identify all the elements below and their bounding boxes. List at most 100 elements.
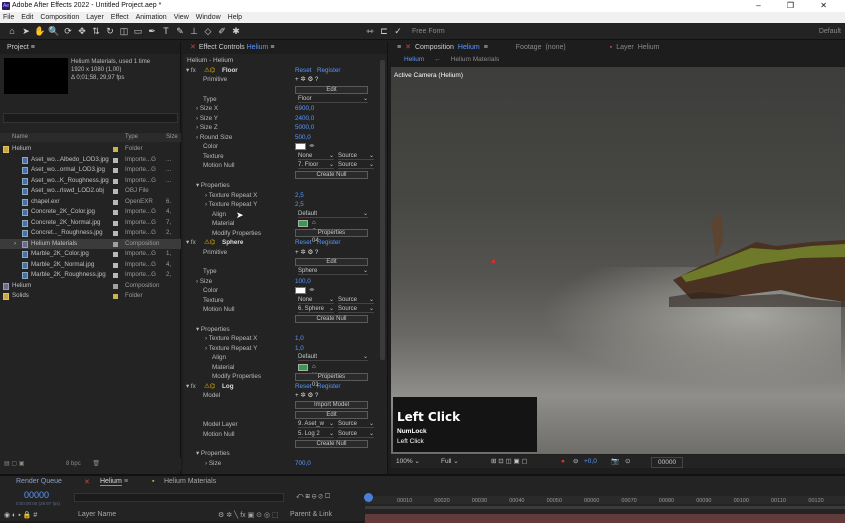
fx-badge[interactable]: ▾ fx (186, 238, 196, 248)
interpret-footage-icon[interactable]: ▤ (4, 461, 10, 467)
label-color-swatch[interactable] (113, 189, 118, 194)
sphere-texture-dropdown[interactable]: None ⌄ (298, 296, 334, 304)
clone-stamp-icon[interactable]: ⊥ (188, 25, 200, 37)
log-motion-source-dropdown[interactable]: Source ⌄ (338, 430, 374, 438)
snap-options-icon[interactable]: ✓ (392, 25, 404, 37)
label-color-swatch[interactable] (113, 157, 118, 163)
project-item[interactable]: Concrete_2K_Color.jpg Importe...G 4, (0, 207, 181, 218)
project-item[interactable]: Aset_wo...K_Roughness.jpg Importe...G... (0, 176, 181, 187)
axis-mode-icon[interactable]: ⇿ (364, 25, 376, 37)
log-import-model-button[interactable]: Import Model (295, 401, 368, 409)
menu-layer[interactable]: Layer (86, 12, 104, 23)
work-area-bar[interactable] (365, 506, 845, 509)
roto-brush-icon[interactable]: ✐ (216, 25, 228, 37)
effect-controls-scrollbar[interactable] (380, 60, 385, 360)
zoom-tool-icon[interactable]: 🔍 (48, 25, 60, 37)
menu-view[interactable]: View (174, 12, 189, 23)
exposure-value[interactable]: +0,0 (584, 455, 597, 468)
color-management-icon[interactable]: ● (561, 455, 565, 468)
new-comp-icon[interactable]: ▣ (19, 461, 25, 467)
floor-type-dropdown[interactable]: Floor ⌄ (298, 95, 368, 103)
sphere-effect-name[interactable]: Sphere (222, 238, 243, 248)
floor-trx-value[interactable]: 2,5 (295, 191, 304, 201)
close-icon[interactable]: ✕ (190, 44, 196, 51)
rotate-tool-icon[interactable]: ↻ (104, 25, 116, 37)
composition-viewer[interactable]: Active Camera (Helium) (391, 67, 845, 454)
floor-round-value[interactable]: 500,0 (295, 133, 311, 143)
sphere-material-swatch[interactable] (298, 363, 308, 371)
floor-properties-group[interactable]: ▾ Properties (196, 181, 230, 191)
project-item[interactable]: Marble_2K_Normal.jpg Importe...G 4, (0, 260, 181, 271)
project-item[interactable]: Aset_wo...ormal_LOD3.jpg Importe...G... (0, 165, 181, 176)
log-reset-link[interactable]: Reset (295, 382, 311, 392)
menu-effect[interactable]: Effect (111, 12, 129, 23)
layer-name-header[interactable]: Layer Name (78, 511, 116, 518)
floor-color-swatch[interactable] (295, 143, 306, 150)
floor-edit-button[interactable]: Edit (295, 86, 368, 94)
sphere-trx-value[interactable]: 1,0 (295, 334, 304, 344)
timeline-search-input[interactable] (74, 493, 284, 502)
menu-file[interactable]: File (3, 12, 14, 23)
label-color-swatch[interactable] (113, 199, 118, 205)
timeline-tab-helium-materials[interactable]: Helium Materials (164, 478, 216, 485)
eyedropper-icon[interactable]: ⌯ (309, 286, 315, 294)
parent-link-header[interactable]: Parent & Link (290, 511, 332, 518)
label-color-swatch[interactable] (113, 178, 118, 184)
floor-try-value[interactable]: 2,5 (295, 200, 304, 210)
floor-align-dropdown[interactable]: Default ⌄ (298, 210, 368, 218)
sphere-motion-dropdown[interactable]: 6. Sphere ⌄ (298, 305, 334, 313)
close-icon[interactable]: ✕ (84, 478, 90, 486)
log-create-null-button[interactable]: Create Null (295, 439, 368, 448)
fx-badge[interactable]: ▾ fx (186, 382, 196, 392)
project-search-input[interactable] (3, 113, 178, 123)
floor-sizez-value[interactable]: 5000,0 (295, 123, 314, 133)
zoom-dropdown[interactable]: 100% ⌄ (396, 455, 420, 468)
floor-sizey-value[interactable]: 2400,0 (295, 114, 314, 124)
panel-menu-icon[interactable]: ≡ (31, 44, 35, 51)
project-item[interactable]: ▾HeliumFolder (0, 144, 181, 155)
footage-tab[interactable]: Footage (516, 42, 542, 54)
sphere-type-dropdown[interactable]: Sphere ⌄ (298, 267, 368, 275)
timeline-switches-icons[interactable]: ⤺ ⊞ ⊖ ⊘ ▢ (296, 493, 330, 501)
eraser-tool-icon[interactable]: ◇ (202, 25, 214, 37)
panel-menu-icon[interactable]: ≡ (270, 44, 274, 51)
col-size[interactable]: Size (166, 133, 178, 142)
log-properties-group[interactable]: ▾ Properties (196, 449, 230, 459)
project-item[interactable]: Marble_2K_Color.jpg Importe...G 1, (0, 249, 181, 260)
log-motion-dropdown[interactable]: 5. Log 2 ⌄ (298, 430, 334, 438)
timeline-tab-helium[interactable]: Helium (100, 478, 122, 486)
free-form-label[interactable]: Free Form (412, 28, 445, 35)
puppet-pin-icon[interactable]: ✱ (230, 25, 242, 37)
layer-switch-icons[interactable]: ◉ ◐ ▪ 🔒 # (4, 511, 37, 519)
label-color-swatch[interactable] (113, 168, 118, 173)
sphere-color-swatch[interactable] (295, 287, 306, 294)
floor-create-null-button[interactable]: Create Null (295, 171, 368, 179)
project-tab[interactable]: Project (7, 44, 29, 51)
sphere-motion-source-dropdown[interactable]: Source ⌄ (338, 305, 374, 313)
quality-dropdown[interactable]: Full ⌄ (441, 455, 459, 468)
label-color-swatch[interactable] (113, 231, 118, 236)
workspace-label[interactable]: Default (819, 28, 841, 35)
pen-tool-icon[interactable]: ✒ (146, 25, 158, 37)
window-controls[interactable]: – ❐ ✕ (756, 0, 839, 12)
project-item[interactable]: ›HeliumComposition (0, 281, 181, 292)
anchor-point-marker[interactable] (492, 260, 495, 263)
label-color-swatch[interactable] (113, 147, 118, 152)
menu-composition[interactable]: Composition (40, 12, 79, 23)
snapping-icon[interactable]: ⊏ (378, 25, 390, 37)
sphere-properties-button[interactable]: Properties (295, 372, 368, 381)
show-channel-icon[interactable]: ⊙ (625, 455, 630, 468)
brush-tool-icon[interactable]: ✎ (174, 25, 186, 37)
lock-icon[interactable]: ▪ (610, 42, 612, 54)
col-type[interactable]: Type (125, 133, 138, 142)
sphere-edit-button[interactable]: Edit (295, 258, 368, 266)
label-color-swatch[interactable] (113, 283, 118, 289)
menu-animation[interactable]: Animation (136, 12, 167, 23)
layer-tab[interactable]: Layer (616, 42, 634, 54)
color-depth[interactable]: 8 bpc (66, 461, 81, 467)
floor-texture-source-dropdown[interactable]: Source ⌄ (338, 152, 374, 160)
label-color-swatch[interactable] (113, 252, 118, 257)
breadcrumb-helium[interactable]: Helium (404, 56, 424, 63)
floor-texture-dropdown[interactable]: None ⌄ (298, 152, 334, 160)
snapshot-icon[interactable]: 📷 (611, 455, 619, 468)
